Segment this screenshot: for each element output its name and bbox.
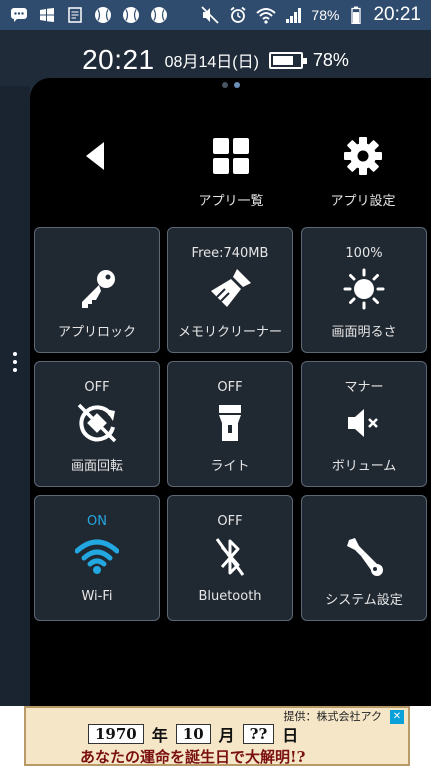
side-edge — [0, 86, 30, 706]
top-actions: アプリ一覧 アプリ設定 — [30, 134, 431, 214]
app-list-button[interactable]: アプリ一覧 — [166, 134, 296, 214]
tile-status: ON — [87, 514, 107, 529]
wrench-icon — [343, 535, 385, 579]
app-settings-button[interactable]: アプリ設定 — [298, 134, 428, 214]
chat-notification-icon — [8, 4, 30, 26]
status-bar: 78% 20:21 — [0, 0, 431, 30]
system-settings-tile[interactable]: システム設定 — [301, 495, 427, 621]
tile-label: 画面回転 — [70, 459, 123, 474]
ad-year-suffix: 年 — [151, 726, 168, 745]
battery-gauge — [268, 51, 307, 69]
tile-status: OFF — [217, 514, 243, 529]
ad-day-box: ?? — [242, 724, 275, 744]
app-lock-tile[interactable]: アプリロック — [34, 227, 160, 353]
sun-icon — [343, 267, 385, 311]
flashlight-tile[interactable]: OFF ライト — [167, 361, 293, 487]
ad-credit: 提供：株式会社アク — [283, 710, 382, 723]
tile-label: システム設定 — [325, 593, 403, 608]
app-list-label: アプリ一覧 — [198, 194, 264, 209]
tile-label: ボリューム — [331, 459, 397, 474]
key-icon — [75, 267, 119, 311]
alarm-icon — [227, 4, 249, 26]
ad-day-suffix: 日 — [282, 726, 299, 745]
wifi-icon — [75, 535, 119, 579]
clock-time: 20:21 — [82, 44, 155, 75]
ad-month-box: 10 — [175, 724, 211, 744]
bluetooth-tile[interactable]: OFF Bluetooth — [167, 495, 293, 621]
gear-icon — [343, 134, 383, 178]
clock-date: 08月14日(日) — [164, 54, 259, 71]
quick-panel: アプリ一覧 アプリ設定 アプリロック Free:740MB メモリクリーナー 1… — [30, 78, 431, 706]
page-dot-active[interactable] — [233, 82, 240, 88]
tile-label: ライト — [210, 459, 250, 474]
screen-rotation-tile[interactable]: OFF 画面回転 — [34, 361, 160, 487]
tile-status: Free:740MB — [191, 246, 269, 261]
wifi-signal-icon — [255, 4, 277, 26]
page-dot[interactable] — [221, 82, 228, 88]
ad-year-box: 1970 — [88, 724, 144, 744]
app-settings-label: アプリ設定 — [330, 194, 396, 209]
status-time: 20:21 — [373, 4, 421, 25]
battery-percent: 78% — [312, 49, 349, 70]
wifi-tile[interactable]: ON Wi-Fi — [34, 495, 160, 621]
tile-label: 画面明るさ — [331, 325, 397, 340]
tile-status: OFF — [217, 380, 243, 395]
tile-status: 100% — [345, 246, 383, 261]
back-arrow-icon — [84, 134, 106, 178]
back-button[interactable] — [30, 134, 160, 214]
memory-cleaner-tile[interactable]: Free:740MB メモリクリーナー — [167, 227, 293, 353]
bluetooth-off-icon — [214, 535, 246, 579]
baseball-icon — [120, 4, 142, 26]
battery-icon — [345, 4, 367, 26]
tile-label: メモリクリーナー — [177, 325, 282, 340]
ad-content[interactable]: 提供：株式会社アク 1970 年 10 月 ?? 日 あなたの運命を誕生日で大解… — [24, 706, 410, 766]
baseball-icon — [148, 4, 170, 26]
tile-status: OFF — [84, 380, 110, 395]
tile-label: Bluetooth — [198, 589, 262, 604]
ad-date-row: 1970 年 10 月 ?? 日 — [88, 722, 298, 746]
rotation-off-icon — [75, 401, 119, 445]
brightness-tile[interactable]: 100% 画面明るさ — [301, 227, 427, 353]
tile-label: Wi-Fi — [81, 589, 113, 604]
flashlight-icon — [216, 401, 244, 445]
edge-handle-icon[interactable] — [11, 352, 19, 372]
mute-icon — [199, 4, 221, 26]
ad-close-icon[interactable]: ✕ — [390, 710, 404, 724]
cell-signal-icon — [283, 4, 305, 26]
tile-status: マナー — [344, 380, 384, 395]
status-battery-text: 78% — [311, 7, 340, 23]
volume-mute-icon — [346, 401, 382, 445]
ad-banner[interactable]: 提供：株式会社アク 1970 年 10 月 ?? 日 あなたの運命を誕生日で大解… — [0, 706, 431, 766]
news-icon — [64, 4, 86, 26]
battery-gauge-fill — [272, 55, 293, 65]
info-bar: 20:21 08月14日(日) 78% — [0, 40, 431, 80]
grid-icon — [213, 134, 249, 178]
broom-icon — [207, 267, 253, 311]
volume-tile[interactable]: マナー ボリューム — [301, 361, 427, 487]
tile-label: アプリロック — [57, 325, 136, 340]
windows-icon — [36, 4, 58, 26]
ad-tagline: あなたの運命を誕生日で大解明!? — [80, 748, 306, 766]
page-indicator — [30, 82, 431, 88]
ad-month-suffix: 月 — [218, 726, 235, 745]
baseball-icon — [92, 4, 114, 26]
